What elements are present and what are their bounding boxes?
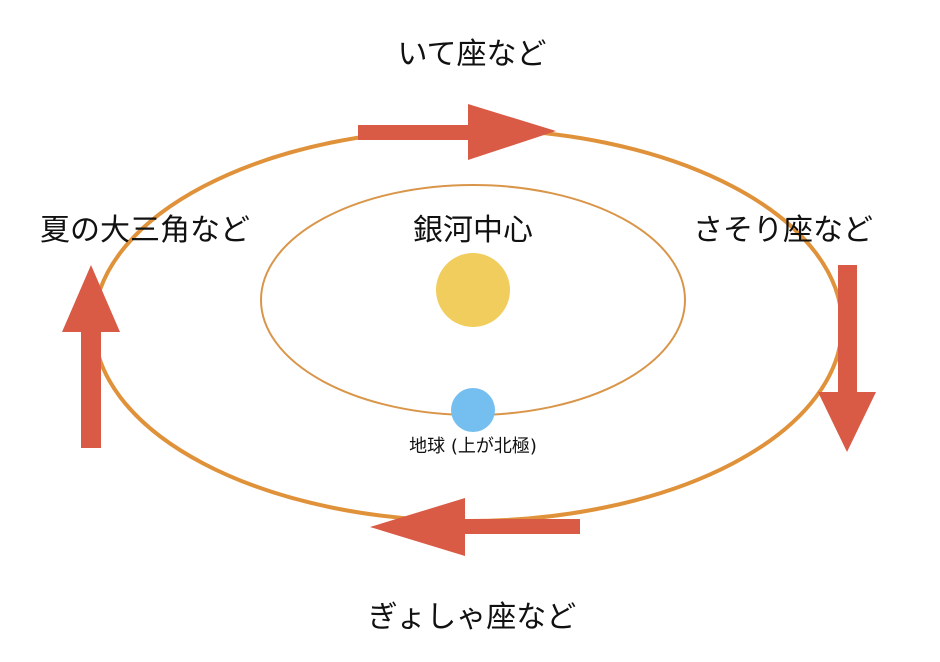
- label-left: 夏の大三角など: [40, 213, 250, 248]
- arrow-left-icon: [370, 498, 580, 556]
- arrow-down-icon: [818, 265, 876, 452]
- galactic-center-icon: [436, 253, 510, 327]
- label-center: 銀河中心: [413, 213, 533, 248]
- label-top: いて座など: [397, 37, 546, 72]
- arrow-up-icon: [62, 265, 120, 448]
- label-right: さそり座など: [693, 213, 873, 248]
- label-earth: 地球 (上が北極): [409, 436, 537, 457]
- galactic-orbit-diagram: いて座など 夏の大三角など さそり座など 銀河中心 地球 (上が北極) ぎょしゃ…: [40, 37, 876, 635]
- label-bottom: ぎょしゃ座など: [368, 600, 577, 635]
- arrow-right-icon: [358, 104, 556, 160]
- earth-icon: [451, 388, 495, 432]
